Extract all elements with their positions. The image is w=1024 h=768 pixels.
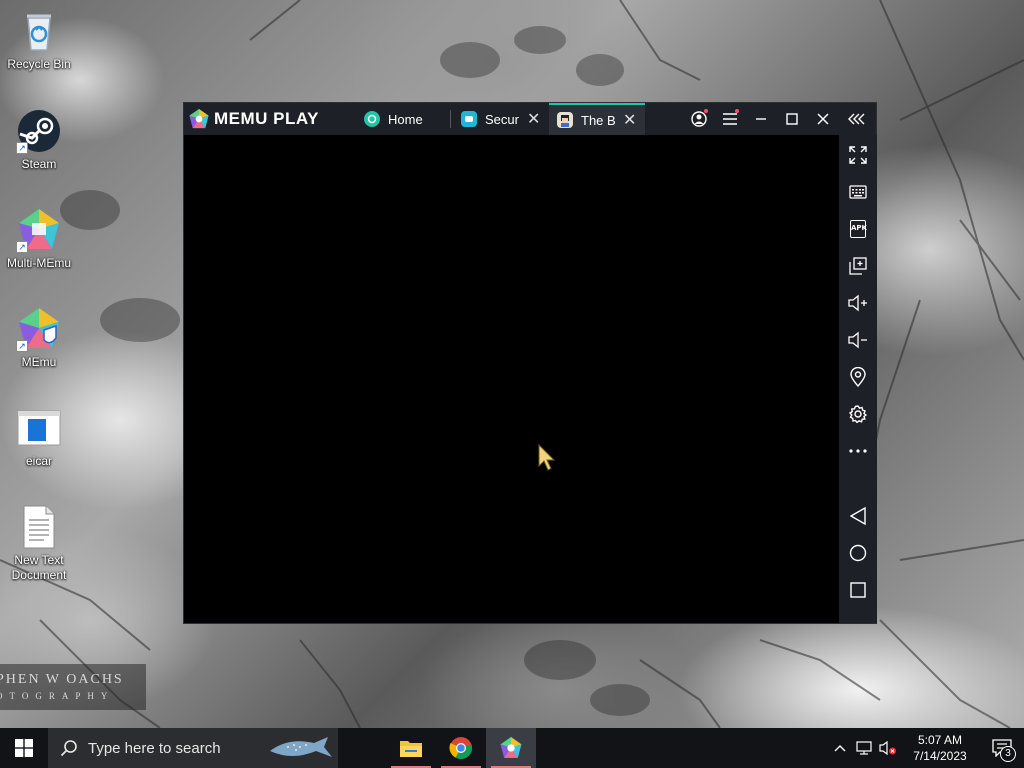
tab-active-game[interactable]: The B ✕	[549, 103, 645, 135]
taskbar-chrome[interactable]	[436, 728, 486, 768]
home-tab-icon	[364, 111, 380, 127]
memu-logo-icon	[189, 108, 209, 129]
memu-sidebar: APK	[839, 135, 877, 623]
tab-close-icon[interactable]: ✕	[623, 110, 636, 130]
chevron-up-icon[interactable]	[828, 728, 852, 768]
more-icon[interactable]	[846, 439, 870, 463]
whale-shark-icon	[270, 737, 332, 757]
multi-memu-icon: ↗	[16, 207, 62, 253]
eicar-file-icon	[16, 405, 62, 451]
security-app-icon	[461, 111, 477, 127]
multi-window-icon[interactable]	[846, 254, 870, 278]
back-icon[interactable]	[846, 504, 870, 528]
notification-center-button[interactable]: 3	[980, 728, 1024, 768]
recycle-bin-icon	[16, 8, 62, 54]
recents-icon[interactable]	[846, 578, 870, 602]
search-icon	[60, 740, 77, 757]
taskbar: Type here to search 5:07 AM 7/14/2023 3	[0, 728, 1024, 768]
desktop-icon-steam[interactable]: ↗ Steam	[1, 108, 77, 172]
tab-home[interactable]: Home	[356, 103, 448, 135]
clock-time: 5:07 AM	[917, 733, 963, 747]
start-button[interactable]	[0, 728, 48, 768]
desktop-icon-label: MEmu	[21, 355, 57, 369]
shortcut-arrow-icon: ↗	[16, 340, 28, 352]
system-tray: 5:07 AM 7/14/2023 3	[828, 728, 1024, 768]
memu-logo-text: MEMU PLAY	[214, 109, 319, 128]
fullscreen-icon[interactable]	[846, 143, 870, 167]
settings-icon[interactable]	[846, 402, 870, 426]
desktop-icon-label: Recycle Bin	[7, 57, 71, 71]
network-icon[interactable]	[852, 728, 876, 768]
taskbar-memu[interactable]	[486, 728, 536, 768]
photographer-watermark: PHEN W OACHS OTOGRAPHY	[0, 664, 146, 710]
keyboard-icon[interactable]	[846, 180, 870, 204]
desktop-icon-label: New Text Document	[11, 553, 67, 582]
volume-muted-icon[interactable]	[876, 728, 900, 768]
game-avatar-icon	[557, 112, 573, 128]
taskbar-search[interactable]: Type here to search	[48, 728, 338, 768]
minimize-icon[interactable]	[745, 103, 776, 135]
desktop-icon-label: eicar	[25, 454, 52, 468]
shortcut-arrow-icon: ↗	[16, 241, 28, 253]
desktop-icon-eicar[interactable]: eicar	[1, 405, 77, 469]
mouse-cursor-icon	[538, 444, 556, 471]
memu-taskbar-icon	[500, 737, 522, 758]
close-icon[interactable]	[807, 103, 838, 135]
memu-logo: MEMU PLAY	[184, 103, 356, 135]
notification-count-badge: 3	[1000, 746, 1016, 762]
maximize-icon[interactable]	[776, 103, 807, 135]
text-document-icon	[16, 504, 62, 550]
clock-date: 7/14/2023	[913, 749, 967, 763]
collapse-sidebar-icon[interactable]	[838, 103, 876, 135]
search-placeholder: Type here to search	[88, 739, 221, 757]
account-icon[interactable]	[683, 103, 714, 135]
volume-up-icon[interactable]	[846, 291, 870, 315]
tab-separator	[450, 110, 451, 128]
desktop-icon-label: Multi-MEmu	[6, 256, 71, 270]
desktop-icon-label: Steam	[21, 157, 57, 171]
apk-icon[interactable]: APK	[846, 217, 870, 241]
desktop-icon-multi-memu[interactable]: ↗ Multi-MEmu	[1, 207, 77, 271]
desktop-icon-memu[interactable]: ↗ MEmu	[1, 306, 77, 370]
shortcut-arrow-icon: ↗	[16, 142, 28, 154]
home-icon[interactable]	[846, 541, 870, 565]
menu-icon[interactable]	[714, 103, 745, 135]
memu-titlebar[interactable]: MEMU PLAY Home Secur ✕ The B ✕	[184, 103, 876, 135]
chrome-icon	[449, 737, 473, 760]
tab-close-icon[interactable]: ✕	[527, 109, 540, 129]
windows-logo-icon	[15, 739, 33, 757]
memu-icon: ↗	[16, 306, 62, 352]
file-explorer-icon	[400, 741, 422, 757]
taskbar-file-explorer[interactable]	[386, 728, 436, 768]
steam-icon: ↗	[16, 108, 62, 154]
tab-security[interactable]: Secur ✕	[453, 103, 549, 135]
window-controls	[683, 103, 876, 135]
taskbar-clock[interactable]: 5:07 AM 7/14/2023	[900, 732, 980, 764]
location-icon[interactable]	[846, 365, 870, 389]
volume-down-icon[interactable]	[846, 328, 870, 352]
desktop-icon-new-text-document[interactable]: New Text Document	[1, 504, 77, 583]
emulator-screen[interactable]	[184, 135, 839, 623]
memu-window[interactable]: MEMU PLAY Home Secur ✕ The B ✕ APK	[183, 102, 877, 624]
desktop-icon-recycle-bin[interactable]: Recycle Bin	[1, 8, 77, 72]
